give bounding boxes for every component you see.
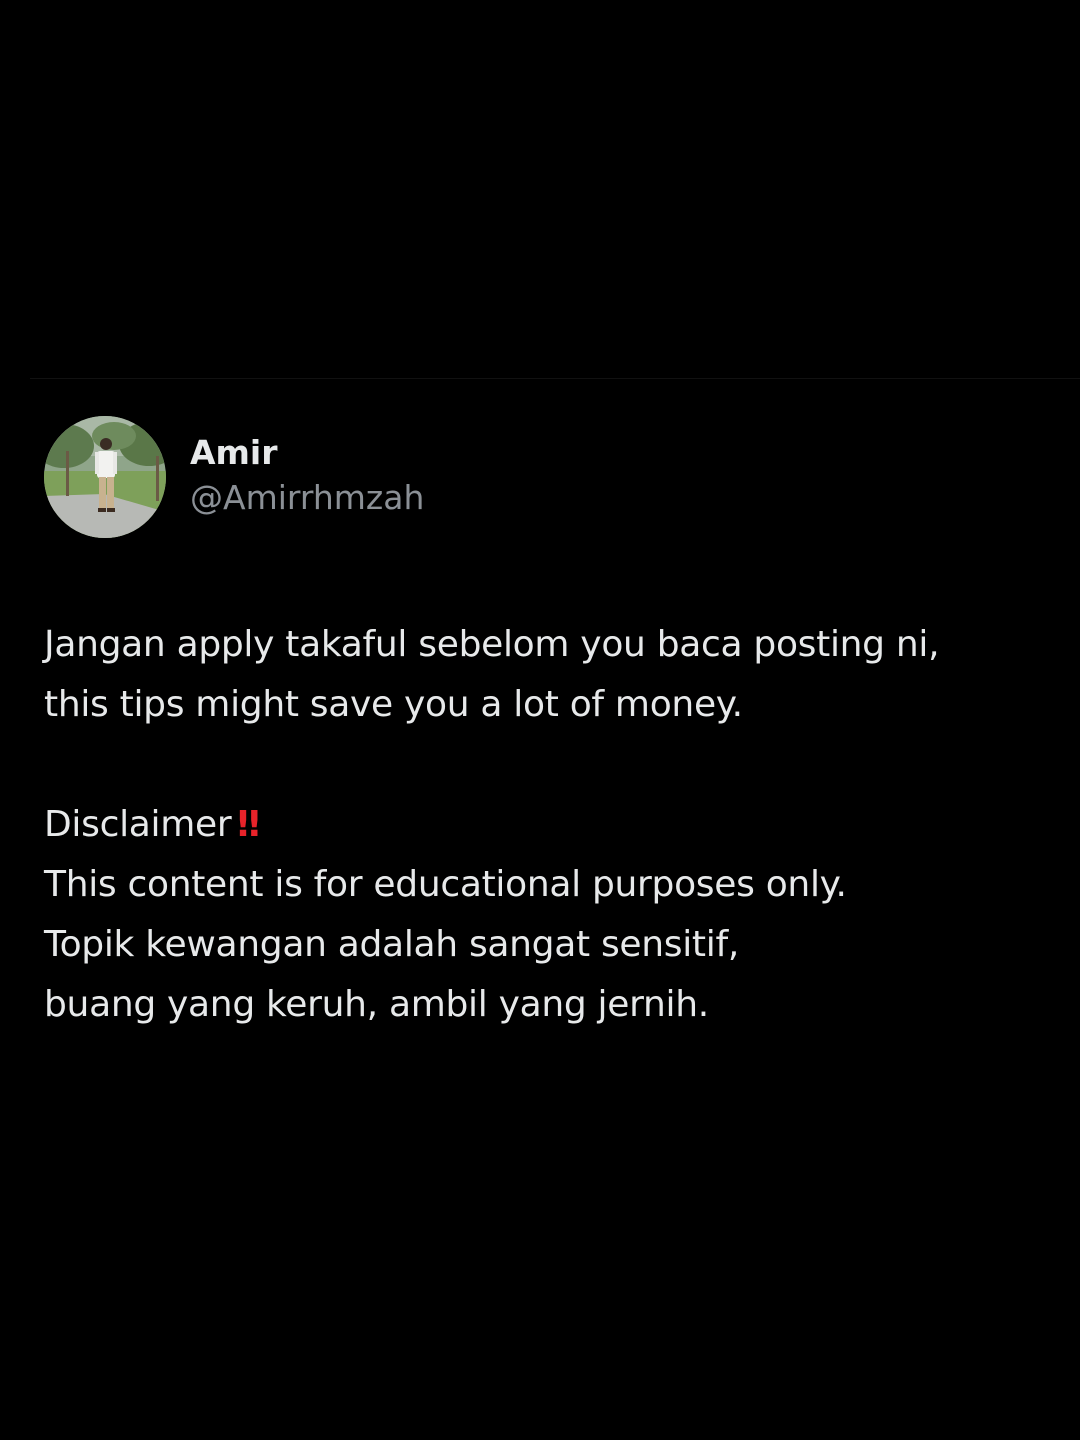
disclaimer-label: Disclaimer (44, 804, 232, 845)
post-text: Jangan apply takaful sebelom you baca po… (44, 615, 1054, 1035)
screen: Amir @Amirrhmzah Jangan apply takaful se… (0, 0, 1080, 1440)
post-text-line: buang yang keruh, ambil yang jernih. (44, 984, 709, 1025)
display-name[interactable]: Amir (190, 432, 424, 474)
avatar[interactable] (44, 416, 166, 538)
post-text-line: This content is for educational purposes… (44, 864, 847, 905)
profile-photo-icon (44, 416, 166, 538)
post-text-line: this tips might save you a lot of money. (44, 684, 743, 725)
author-names: Amir @Amirrhmzah (190, 432, 424, 522)
post-text-line: Topik kewangan adalah sangat sensitif, (44, 924, 739, 965)
post-header: Amir @Amirrhmzah (44, 415, 1054, 539)
double-exclamation-icon: ‼ (237, 804, 260, 845)
disclaimer-line: Disclaimer ‼ (44, 795, 1054, 855)
post-card[interactable]: Amir @Amirrhmzah Jangan apply takaful se… (44, 415, 1054, 1035)
divider (30, 378, 1080, 379)
post-text-line: Jangan apply takaful sebelom you baca po… (44, 624, 940, 665)
user-handle[interactable]: @Amirrhmzah (190, 474, 424, 522)
